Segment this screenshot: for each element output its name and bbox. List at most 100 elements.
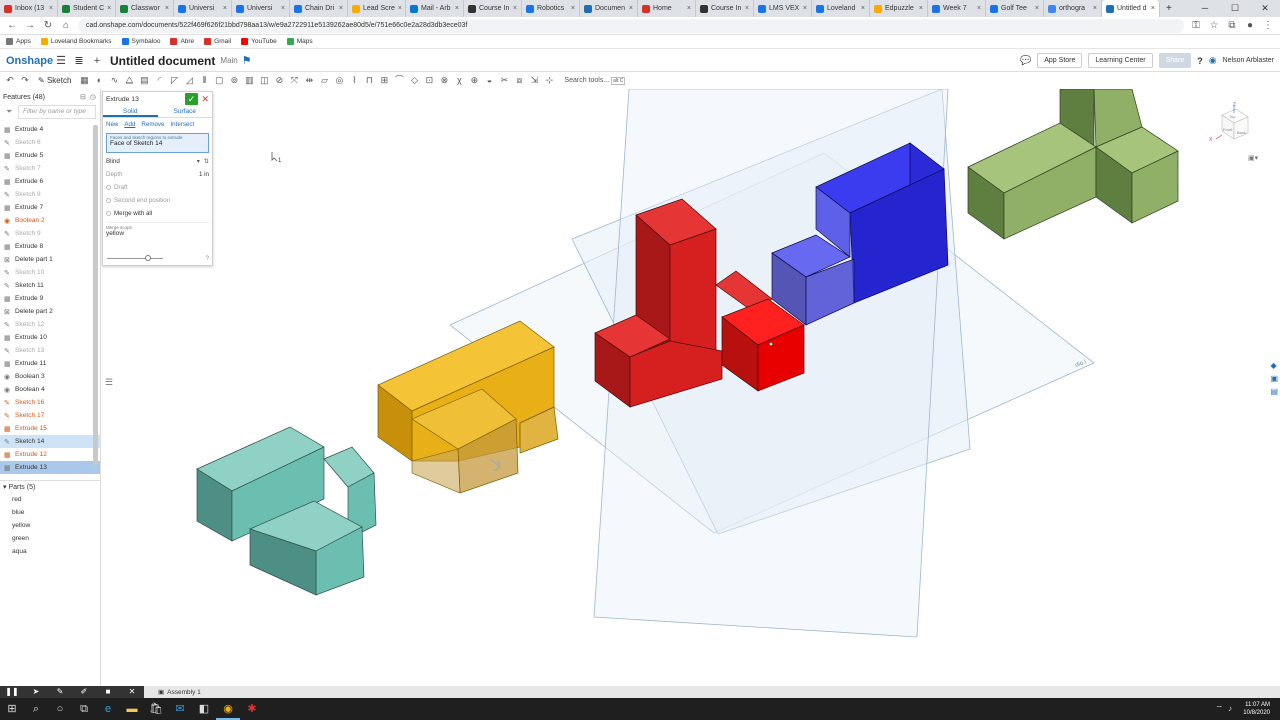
add-custom-feature-icon[interactable]: ⊹ [543,75,555,86]
bookmark-item[interactable]: Loveland Bookmarks [40,38,112,45]
tab-assembly-1[interactable]: ▣ Assembly 1 [158,688,201,697]
feature-item[interactable]: ▦ Extrude 11 [0,357,100,370]
merge-all-checkbox[interactable]: Merge with all [103,207,212,220]
feature-item[interactable]: ▦ Extrude 4 [0,123,100,136]
browser-tab[interactable]: Home × [638,0,696,17]
feature-item[interactable]: ✎ Sketch 17 [0,409,100,422]
branch-label[interactable]: Main [220,56,237,65]
replace-face-icon[interactable]: ⧈ [513,75,525,86]
user-avatar-icon[interactable]: ◉ [1209,55,1217,66]
frame-icon[interactable]: ⊞ [378,75,390,86]
draft-icon[interactable]: ◿ [183,75,195,86]
tab-close-icon[interactable]: × [571,5,575,12]
bookmark-item[interactable]: Abre [170,38,194,45]
volume-icon[interactable]: ♪ [1228,704,1232,714]
more-icon[interactable]: ⋮ [1262,20,1274,31]
browser-tab[interactable]: Untitled d × [1102,0,1160,17]
clock[interactable]: 11:07 AM 10/8/2020 [1243,701,1270,717]
redo-icon[interactable]: ↷ [19,75,31,86]
feature-item[interactable]: ✎ Sketch 8 [0,188,100,201]
menu-icon[interactable]: ☰ [52,54,70,67]
version-icon[interactable]: ⚑ [238,54,256,67]
feature-item[interactable]: ▦ Extrude 9 [0,292,100,305]
bookmark-item[interactable]: Apps [6,38,31,45]
network-icon[interactable]: ⌔ [1215,704,1223,714]
learning-center-button[interactable]: Learning Center [1088,53,1153,68]
highlighter-icon[interactable]: ✐ [72,686,96,698]
feature-item[interactable]: ✎ Sketch 16 [0,396,100,409]
measure-icon[interactable]: ⊗ [438,75,450,86]
revolve-icon[interactable]: ◐ [93,75,105,86]
preview-slider[interactable] [107,255,163,261]
pause-icon[interactable]: ❚❚ [0,686,24,698]
appearance-icon[interactable]: ◆ [1270,361,1278,370]
tab-surface[interactable]: Surface [158,106,213,117]
camera-icon[interactable]: ■ [96,686,120,698]
browser-tab[interactable]: Robotics × [522,0,580,17]
hole-icon[interactable]: ⊚ [228,75,240,86]
tab-close-icon[interactable]: × [223,5,227,12]
feature-list-scrollbar[interactable] [93,125,98,465]
plane-icon[interactable]: ▱ [318,75,330,86]
key-icon[interactable]: ⚿ [1190,20,1202,31]
browser-tab[interactable]: Course In × [464,0,522,17]
tab-close-icon[interactable]: × [629,5,633,12]
curve-icon[interactable]: ⌒ [393,75,405,86]
feature-item[interactable]: ▦ Extrude 15 [0,422,100,435]
bookmark-item[interactable]: Gmail [204,38,231,45]
url-field[interactable]: cad.onshape.com/documents/522f469f626f21… [78,18,1184,33]
feature-item[interactable]: ⊠ Delete part 1 [0,253,100,266]
app-icon[interactable]: ◧ [192,698,216,720]
feature-item[interactable]: ◉ Boolean 2 [0,214,100,227]
flip-direction-icon[interactable]: ⇅ [204,158,209,165]
faces-selection-field[interactable]: Faces and sketch regions to extrude Face… [106,133,209,153]
history-icon[interactable]: ◷ [90,93,100,101]
depth-field[interactable]: Depth 1 in [103,168,212,181]
tab-close-icon[interactable]: × [339,5,343,12]
browser-tab[interactable]: Edpuzzle × [870,0,928,17]
onshape-logo[interactable]: Onshape [0,55,53,67]
feature-item[interactable]: ✎ Sketch 12 [0,318,100,331]
tab-solid[interactable]: Solid [103,106,158,117]
offset-icon[interactable]: ⊡ [423,75,435,86]
feature-item[interactable]: ⊠ Delete part 2 [0,305,100,318]
feature-item[interactable]: ◉ Boolean 3 [0,370,100,383]
feature-filter-input[interactable]: Filter by name or type [18,105,96,119]
mass-properties-icon[interactable]: ▣ [1270,374,1278,383]
shell-icon[interactable]: ▢ [213,75,225,86]
browser-tab[interactable]: Course In × [696,0,754,17]
browser-tab[interactable]: Loveland × [812,0,870,17]
feature-item[interactable]: ▦ Extrude 7 [0,201,100,214]
browser-tab[interactable]: Mail - Arb × [406,0,464,17]
pointer-icon[interactable]: ➤ [24,686,48,698]
new-tab-icon[interactable]: + [1160,0,1178,17]
operation-add[interactable]: Add [124,121,135,128]
split-icon[interactable]: ⊘ [273,75,285,86]
thicken-icon[interactable]: ▤ [138,75,150,86]
tab-close-icon[interactable]: × [977,5,981,12]
feature-item[interactable]: ▦ Extrude 6 [0,175,100,188]
surface-icon[interactable]: ◇ [408,75,420,86]
profile-icon[interactable]: ● [1244,20,1256,31]
feature-item[interactable]: ✎ Sketch 13 [0,344,100,357]
cut-icon[interactable]: ✂ [498,75,510,86]
browser-tab[interactable]: Universi × [174,0,232,17]
tab-close-icon[interactable]: × [165,5,169,12]
browser-tab[interactable]: Week 7 × [928,0,986,17]
end-type-select[interactable]: Blind ▾ ⇅ [103,155,212,168]
task-view-icon[interactable]: ⧉ [72,698,96,720]
feature-item[interactable]: ◉ Boolean 4 [0,383,100,396]
chrome-icon[interactable]: ◉ [216,698,240,720]
draft-checkbox[interactable]: Draft [103,181,212,194]
edge-icon[interactable]: e [96,698,120,720]
start-icon[interactable]: ⊞ [0,698,24,720]
feature-item[interactable]: ▦ Extrude 5 [0,149,100,162]
sweep-icon[interactable]: ∿ [108,75,120,86]
feature-item[interactable]: ✎ Sketch 11 [0,279,100,292]
tab-close-icon[interactable]: × [281,5,285,12]
tab-close-icon[interactable]: × [1093,5,1097,12]
operation-intersect[interactable]: Intersect [170,121,194,128]
back-icon[interactable]: ← [6,20,18,31]
forward-icon[interactable]: → [24,20,36,31]
slider-knob[interactable] [145,255,151,261]
